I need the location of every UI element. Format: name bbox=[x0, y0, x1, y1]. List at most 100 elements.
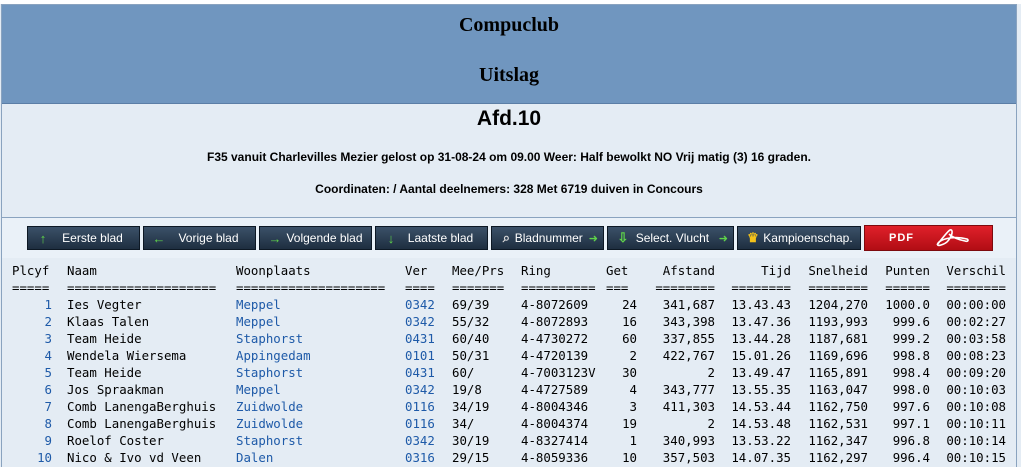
header-mee-prs: ======= bbox=[452, 280, 505, 295]
cell-plcyf: 3 bbox=[44, 331, 52, 346]
cell-snelheid: 1193,993 bbox=[808, 314, 868, 329]
cell-naam: Roelof Coster bbox=[67, 433, 164, 448]
cell-ver: 0342 bbox=[405, 297, 435, 312]
next-page-button[interactable]: → Volgende blad bbox=[259, 226, 372, 250]
cell-ver: 0431 bbox=[405, 331, 435, 346]
pdf-button[interactable]: PDF bbox=[864, 225, 993, 251]
table-row: 1 Ies Vegter Meppel 0342 69/39 4-8072609 24 341… bbox=[0, 296, 1021, 313]
cell-woonplaats: Staphorst bbox=[236, 331, 304, 346]
header-ver: Ver bbox=[405, 263, 428, 278]
coordinates-info: Coordinaten: / Aantal deelnemers: 328 Me… bbox=[315, 182, 703, 196]
cell-snelheid: 1162,347 bbox=[808, 433, 868, 448]
cell-get: 2 bbox=[629, 348, 637, 363]
header-ver: ==== bbox=[405, 280, 435, 295]
table-row: 6 Jos Spraakman Meppel 0342 19/8 4-4727589 4 34… bbox=[0, 381, 1021, 398]
cell-get: 16 bbox=[622, 314, 637, 329]
cell-punten: 996.4 bbox=[892, 450, 930, 465]
table-row: 8 Comb LanengaBerghuis Zuidwolde 0116 34/4-8… bbox=[0, 415, 1021, 432]
header-naam: Naam bbox=[67, 263, 97, 278]
cell-get: 3 bbox=[629, 399, 637, 414]
cell-naam: Team Heide bbox=[67, 365, 142, 380]
cell-woonplaats: Appingedam bbox=[236, 348, 311, 363]
cell-woonplaats: Meppel bbox=[236, 314, 281, 329]
cell-ring: 4-8004346 bbox=[521, 399, 589, 414]
cell-verschil: 00:00:00 bbox=[946, 297, 1006, 312]
cell-plcyf: 1 bbox=[44, 297, 52, 312]
last-page-button[interactable]: ↓ Laatste blad bbox=[375, 226, 488, 250]
table-row: 3 Team Heide Staphorst 0431 60/40 4-4730272 60… bbox=[0, 330, 1021, 347]
cell-ring: 4-4727589 bbox=[521, 382, 589, 397]
cell-tijd: 13.47.36 bbox=[731, 314, 791, 329]
page-number-button[interactable]: ⌕ Bladnummer ➜ bbox=[491, 226, 604, 250]
cell-ver: 0101 bbox=[405, 348, 435, 363]
cell-plcyf: 8 bbox=[44, 416, 52, 431]
cell-get: 10 bbox=[622, 450, 637, 465]
cell-verschil: 00:10:08 bbox=[946, 399, 1006, 414]
cell-ring: 4-4730272 bbox=[521, 331, 589, 346]
cell-verschil: 00:10:15 bbox=[946, 450, 1006, 465]
championship-button[interactable]: ♛ Kampioenschap. bbox=[737, 226, 861, 250]
cell-plcyf: 10 bbox=[37, 450, 52, 465]
next-page-label: Volgende blad bbox=[286, 231, 363, 245]
right-arrow-icon: → bbox=[268, 230, 282, 246]
cell-verschil: 00:02:27 bbox=[946, 314, 1006, 329]
cell-snelheid: 1165,891 bbox=[808, 365, 868, 380]
cell-punten: 997.6 bbox=[892, 399, 930, 414]
table-row: 7 Comb LanengaBerghuis Zuidwolde 0116 34/19 4… bbox=[0, 398, 1021, 415]
cell-mee-prs: 69/39 bbox=[452, 297, 490, 312]
first-page-button[interactable]: ↑ Eerste blad bbox=[27, 226, 140, 250]
cell-punten: 999.2 bbox=[892, 331, 930, 346]
header-plcyf: ===== bbox=[12, 280, 50, 295]
cell-punten: 998.0 bbox=[892, 382, 930, 397]
cell-afstand: 357,503 bbox=[662, 450, 715, 465]
cell-get: 4 bbox=[629, 382, 637, 397]
cell-mee-prs: 60/ bbox=[452, 365, 475, 380]
header-ring: ========== bbox=[521, 280, 596, 295]
cell-ver: 0316 bbox=[405, 450, 435, 465]
cell-mee-prs: 34/ bbox=[452, 416, 475, 431]
cell-ring: 4-8327414 bbox=[521, 433, 589, 448]
acrobat-icon bbox=[936, 229, 969, 247]
cell-woonplaats: Meppel bbox=[236, 297, 281, 312]
table-header: Plcyf Naam Woonplaats Ver Mee/Prs Ring Get Afst… bbox=[0, 262, 1021, 279]
cell-ring: 4-8072609 bbox=[521, 297, 589, 312]
cell-ring: 4-4720139 bbox=[521, 348, 589, 363]
cell-verschil: 00:10:03 bbox=[946, 382, 1006, 397]
cell-woonplaats: Zuidwolde bbox=[236, 416, 304, 431]
cell-afstand: 411,303 bbox=[662, 399, 715, 414]
cell-get: 1 bbox=[629, 433, 637, 448]
cell-afstand: 2 bbox=[707, 416, 715, 431]
select-flight-button[interactable]: ⇩ Select. Vlucht ➜ bbox=[607, 226, 734, 250]
cell-get: 19 bbox=[622, 416, 637, 431]
cell-verschil: 00:03:58 bbox=[946, 331, 1006, 346]
cell-plcyf: 5 bbox=[44, 365, 52, 380]
cell-snelheid: 1162,297 bbox=[808, 450, 868, 465]
cell-naam: Jos Spraakman bbox=[67, 382, 164, 397]
cell-tijd: 13.53.22 bbox=[731, 433, 791, 448]
cell-plcyf: 7 bbox=[44, 399, 52, 414]
cell-ver: 0342 bbox=[405, 433, 435, 448]
cell-snelheid: 1204,270 bbox=[808, 297, 868, 312]
cell-mee-prs: 30/19 bbox=[452, 433, 490, 448]
cell-snelheid: 1163,047 bbox=[808, 382, 868, 397]
cell-naam: Ies Vegter bbox=[67, 297, 142, 312]
header-mee-prs: Mee/Prs bbox=[452, 263, 505, 278]
page-subtitle: Uitslag bbox=[479, 64, 539, 86]
down-arrow-icon: ↓ bbox=[387, 230, 395, 246]
cell-ver: 0342 bbox=[405, 314, 435, 329]
table-row: 5 Team Heide Staphorst 0431 60/4-7003123V 30 2… bbox=[0, 364, 1021, 381]
header-punten: Punten bbox=[885, 263, 930, 278]
cell-naam: Klaas Talen bbox=[67, 314, 150, 329]
cell-snelheid: 1187,681 bbox=[808, 331, 868, 346]
cell-woonplaats: Zuidwolde bbox=[236, 399, 304, 414]
cell-afstand: 2 bbox=[707, 365, 715, 380]
page-header: Compuclub Uitslag bbox=[2, 5, 1016, 104]
cell-verschil: 00:08:23 bbox=[946, 348, 1006, 363]
cell-mee-prs: 55/32 bbox=[452, 314, 490, 329]
header-woonplaats: ==================== bbox=[236, 280, 386, 295]
previous-page-button[interactable]: ← Vorige blad bbox=[143, 226, 256, 250]
cell-ring: 4-8072893 bbox=[521, 314, 589, 329]
cell-verschil: 00:10:14 bbox=[946, 433, 1006, 448]
cell-woonplaats: Staphorst bbox=[236, 365, 304, 380]
cell-tijd: 13.55.35 bbox=[731, 382, 791, 397]
